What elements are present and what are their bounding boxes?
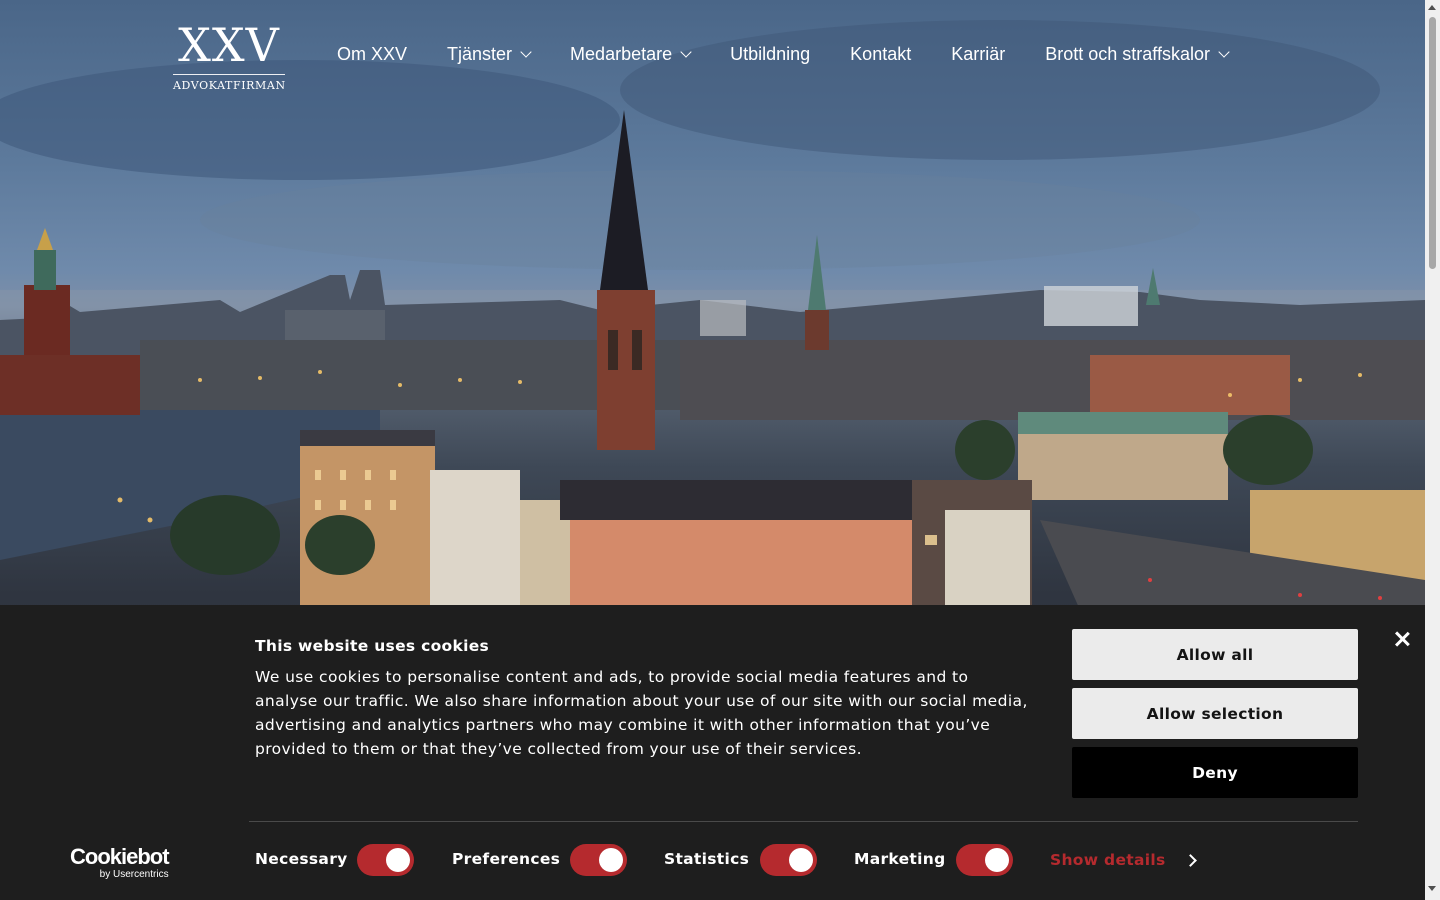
toggle-knob: [386, 848, 410, 872]
toggle-label-preferences: Preferences: [452, 850, 561, 868]
brand-byline: by Usercentrics: [99, 869, 169, 880]
show-details-label: Show details: [1050, 851, 1166, 869]
chevron-down-icon: [680, 45, 692, 58]
scroll-down-arrow-icon[interactable]: [1428, 886, 1436, 891]
nav-karriar[interactable]: Karriär: [951, 43, 1005, 65]
brand-name: Cookiebot: [70, 844, 170, 869]
toggle-preferences[interactable]: [570, 844, 627, 876]
nav-utbildning[interactable]: Utbildning: [730, 43, 810, 65]
nav-label: Utbildning: [730, 44, 811, 64]
cookie-title: This website uses cookies: [255, 637, 490, 655]
nav-label: Karriär: [951, 44, 1006, 64]
chevron-right-icon: [1183, 853, 1197, 867]
logo-divider: [173, 74, 285, 75]
scroll-up-arrow-icon[interactable]: [1428, 5, 1436, 10]
nav-label: Kontakt: [850, 44, 912, 64]
scrollbar-thumb[interactable]: [1429, 17, 1436, 269]
cookie-consent-banner: This website uses cookies We use cookies…: [0, 605, 1425, 900]
nav-tjanster[interactable]: Tjänster: [447, 43, 532, 65]
cookie-description: We use cookies to personalise content an…: [255, 668, 1028, 758]
toggle-label-necessary: Necessary: [255, 850, 348, 868]
allow-selection-button[interactable]: Allow selection: [1072, 688, 1358, 739]
toggle-label-statistics: Statistics: [664, 850, 750, 868]
logo-mark: XXV: [178, 18, 280, 72]
cookie-divider: [249, 821, 1358, 822]
nav-label: Tjänster: [447, 44, 513, 64]
logo-subtitle: ADVOKATFIRMAN: [173, 79, 286, 92]
toggle-knob: [985, 848, 1009, 872]
nav-medarbetare[interactable]: Medarbetare: [570, 43, 692, 65]
nav-kontakt[interactable]: Kontakt: [850, 43, 911, 65]
deny-button[interactable]: Deny: [1072, 747, 1358, 798]
close-icon[interactable]: [1390, 627, 1414, 651]
site-logo[interactable]: XXV ADVOKATFIRMAN: [173, 22, 285, 92]
show-details-link[interactable]: Show details: [1050, 851, 1197, 869]
nav-brott-och-straffskalor[interactable]: Brott och straffskalor: [1045, 43, 1230, 65]
nav-om-xxv[interactable]: Om XXV: [337, 43, 407, 65]
nav-label: Brott och straffskalor: [1045, 44, 1210, 64]
chevron-down-icon: [1218, 45, 1230, 58]
toggle-statistics[interactable]: [760, 844, 817, 876]
nav-label: Om XXV: [337, 44, 408, 64]
nav-label: Medarbetare: [570, 44, 673, 64]
allow-all-button[interactable]: Allow all: [1072, 629, 1358, 680]
toggle-marketing[interactable]: [956, 844, 1013, 876]
toggle-knob: [789, 848, 813, 872]
toggle-necessary[interactable]: [357, 844, 414, 876]
toggle-label-marketing: Marketing: [854, 850, 946, 868]
page-scrollbar[interactable]: [1425, 0, 1440, 900]
main-nav: Om XXV Tjänster Medarbetare Utbildning K…: [337, 43, 1230, 65]
toggle-knob: [599, 848, 623, 872]
chevron-down-icon: [520, 45, 532, 58]
cookiebot-logo[interactable]: Cookiebot by Usercentrics: [70, 844, 170, 881]
